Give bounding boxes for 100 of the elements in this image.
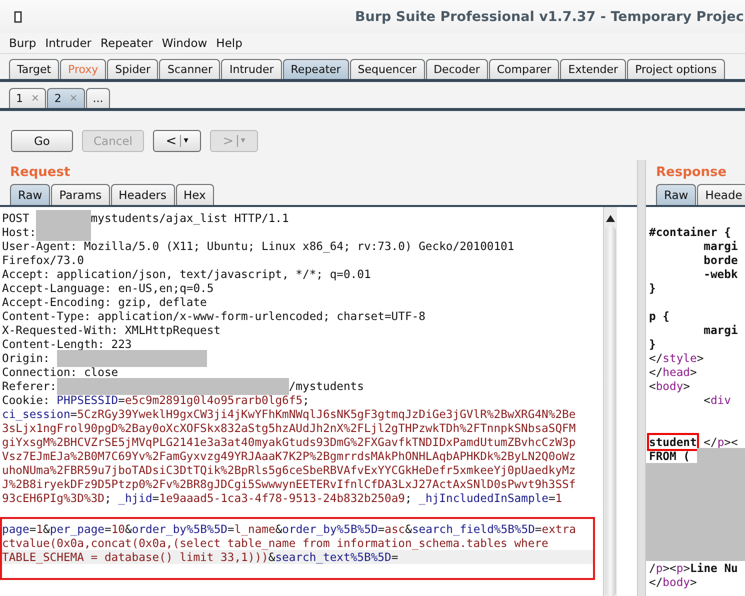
param-value: 3sLjx1ngFrol90pgD%2Bay0oXcXOFSkx832aStg5hzAUdJh2nX%2FLjl2gTHPzwkTDh%2FTnnpkSNbsaSQFM: [2, 421, 576, 435]
view-tab[interactable]: Raw: [656, 184, 696, 205]
code-text: =: [29, 522, 36, 536]
view-tab[interactable]: Heade: [697, 184, 745, 205]
code-text: &: [125, 522, 132, 536]
tool-tab[interactable]: Comparer: [488, 59, 560, 79]
code-text: Referer:: [2, 379, 57, 393]
toolbar-button[interactable]: Go: [11, 130, 73, 152]
code-text: >: [683, 561, 690, 575]
code-text: POST: [2, 211, 30, 225]
code-text: =: [152, 491, 160, 505]
tool-tab[interactable]: Decoder: [426, 59, 488, 79]
param-value: 1e9aaad5-1ca3-4f78-9513-24b832b250a9: [159, 491, 405, 505]
tool-tab[interactable]: Intruder: [221, 59, 282, 79]
code-text: ><: [724, 435, 738, 449]
param-value: 93cEH6PIg%3D%3D: [2, 491, 104, 505]
code-text: User-Agent: Mozilla/5.0 (X11; Ubuntu; Linux x86_64; rv:73.0) Gecko/20100101: [2, 239, 514, 253]
param-name: page: [2, 522, 30, 536]
code-text: /: [649, 561, 656, 575]
scrollbar[interactable]: [603, 207, 617, 596]
param-value: Vsz7EJmEJa%2B0M7C69Yv%2FamGyxvzg49YRJAaaK7K2P%2BgmrrdsMAkPhONHLAqbAPHKDk%2ByLN2Q0oWz: [2, 449, 576, 463]
menu-item[interactable]: Window: [162, 36, 208, 50]
code-text: </: [649, 351, 663, 365]
param-value: e5c9m2891g0l4o95rarb0lg6f5: [124, 393, 303, 407]
code-text: p {: [649, 309, 670, 323]
scroll-up-icon[interactable]: [606, 215, 615, 222]
code-text: #container {: [649, 225, 731, 239]
param-value: asc: [384, 522, 406, 536]
html-tag: p: [676, 561, 684, 575]
code-text: =: [118, 393, 125, 407]
tool-tab[interactable]: Project options: [627, 59, 725, 79]
param-value: 1: [36, 522, 44, 536]
code-text: Cookie:: [2, 393, 51, 407]
code-text: =: [534, 522, 542, 536]
code-text: &: [275, 522, 282, 536]
code-text: Connection: close: [2, 365, 118, 379]
code-text: Accept-Language: en-US,en;q=0.5: [2, 281, 214, 295]
param-value: 1: [555, 491, 562, 505]
view-tab[interactable]: Params: [51, 184, 110, 205]
code-text: =: [378, 522, 385, 536]
code-text: Accept-Encoding: gzip, deflate: [2, 295, 207, 309]
html-tag: div: [710, 393, 731, 407]
request-tab[interactable]: ...: [86, 88, 110, 108]
param-value: extra: [542, 522, 576, 536]
code-text: </: [649, 575, 663, 589]
param-value: giYxsgM%2BHCVZrSE5jMVqPLG2141e3a3at40myakGtuds93DmG%2FXGavfkTNDIDxPamdUtumZBvhcCzW3p: [2, 435, 576, 449]
code-text: >: [683, 379, 690, 393]
tool-tab[interactable]: Spider: [107, 59, 158, 79]
param-name: per_page: [50, 522, 104, 536]
param-name: _hjIncludedInSample: [418, 491, 548, 505]
code-text: Origin:: [2, 351, 51, 365]
code-text: >: [690, 365, 697, 379]
param-name: order_by%5B%5D: [282, 522, 378, 536]
html-tag: body: [662, 575, 690, 589]
menu-item[interactable]: Repeater: [100, 36, 153, 50]
code-text: &: [405, 522, 412, 536]
html-tag: p: [656, 561, 663, 575]
code-text: /mystudents: [288, 379, 364, 393]
code-text: ;: [405, 491, 413, 505]
code-text: }: [649, 337, 656, 351]
code-text: Accept: application/json, text/javascript, */*; q=0.01: [2, 267, 371, 281]
code-text: X-Requested-With: XMLHttpRequest: [2, 323, 221, 337]
code-text: Line Nu: [690, 561, 738, 575]
tool-tab[interactable]: Sequencer: [350, 59, 425, 79]
view-tab[interactable]: Headers: [110, 184, 175, 205]
request-tab[interactable]: 1 ×: [9, 88, 46, 108]
menu-item[interactable]: Burp: [9, 36, 36, 50]
code-text: Firefox/73.0: [2, 253, 84, 267]
param-value: TABLE_SCHEMA = database() limit 33,1))): [2, 550, 268, 564]
panel-title: Request: [9, 164, 72, 182]
code-text: =: [548, 491, 556, 505]
code-text: FROM (: [649, 449, 691, 463]
code-text: Host:: [2, 225, 36, 239]
param-name: order_by%5B%5D: [132, 522, 228, 536]
param-value: l_name: [234, 522, 276, 536]
view-tab[interactable]: Raw: [10, 184, 50, 205]
param-value: 5CzRGy39YweklH9gxCW3ji4jKwYFhKmNWqlJ6sNK5gF3gtmqJzDiGe3jGVlR%2BwXRG4N%2Be: [77, 407, 576, 421]
code-text: =: [70, 407, 78, 421]
view-tab[interactable]: Hex: [176, 184, 214, 205]
tool-tab[interactable]: Extender: [560, 59, 626, 79]
param-value: uhoNUma%2FBR59u7jboTADsiC3DtTQik%2BpRls5g6ceSbeRBVAfvExYYCGkHeDefr5xmkeeYj0pUaedkyMz: [2, 463, 576, 477]
request-tab[interactable]: 2 ×: [47, 88, 85, 108]
menu-item[interactable]: Help: [216, 36, 242, 50]
code-text: >: [690, 575, 697, 589]
code-text: &: [268, 550, 276, 564]
code-text: margi: [702, 323, 738, 337]
highlighted-word: student: [649, 435, 697, 449]
param-name: search_field%5B%5D: [412, 522, 535, 536]
html-tag: style: [662, 351, 697, 365]
code-text: </: [649, 365, 663, 379]
tool-tab[interactable]: Target: [9, 59, 60, 79]
tool-tab[interactable]: Scanner: [159, 59, 220, 79]
code-text: =: [391, 550, 398, 564]
code-text: ;: [302, 393, 310, 407]
back-button[interactable]: < ▾: [153, 130, 201, 152]
menu-item[interactable]: Intruder: [45, 36, 92, 50]
tool-tab[interactable]: Repeater: [282, 59, 349, 79]
code-text: -webk: [702, 267, 738, 281]
code-text: =: [227, 522, 234, 536]
panel-title: Response: [655, 164, 728, 182]
